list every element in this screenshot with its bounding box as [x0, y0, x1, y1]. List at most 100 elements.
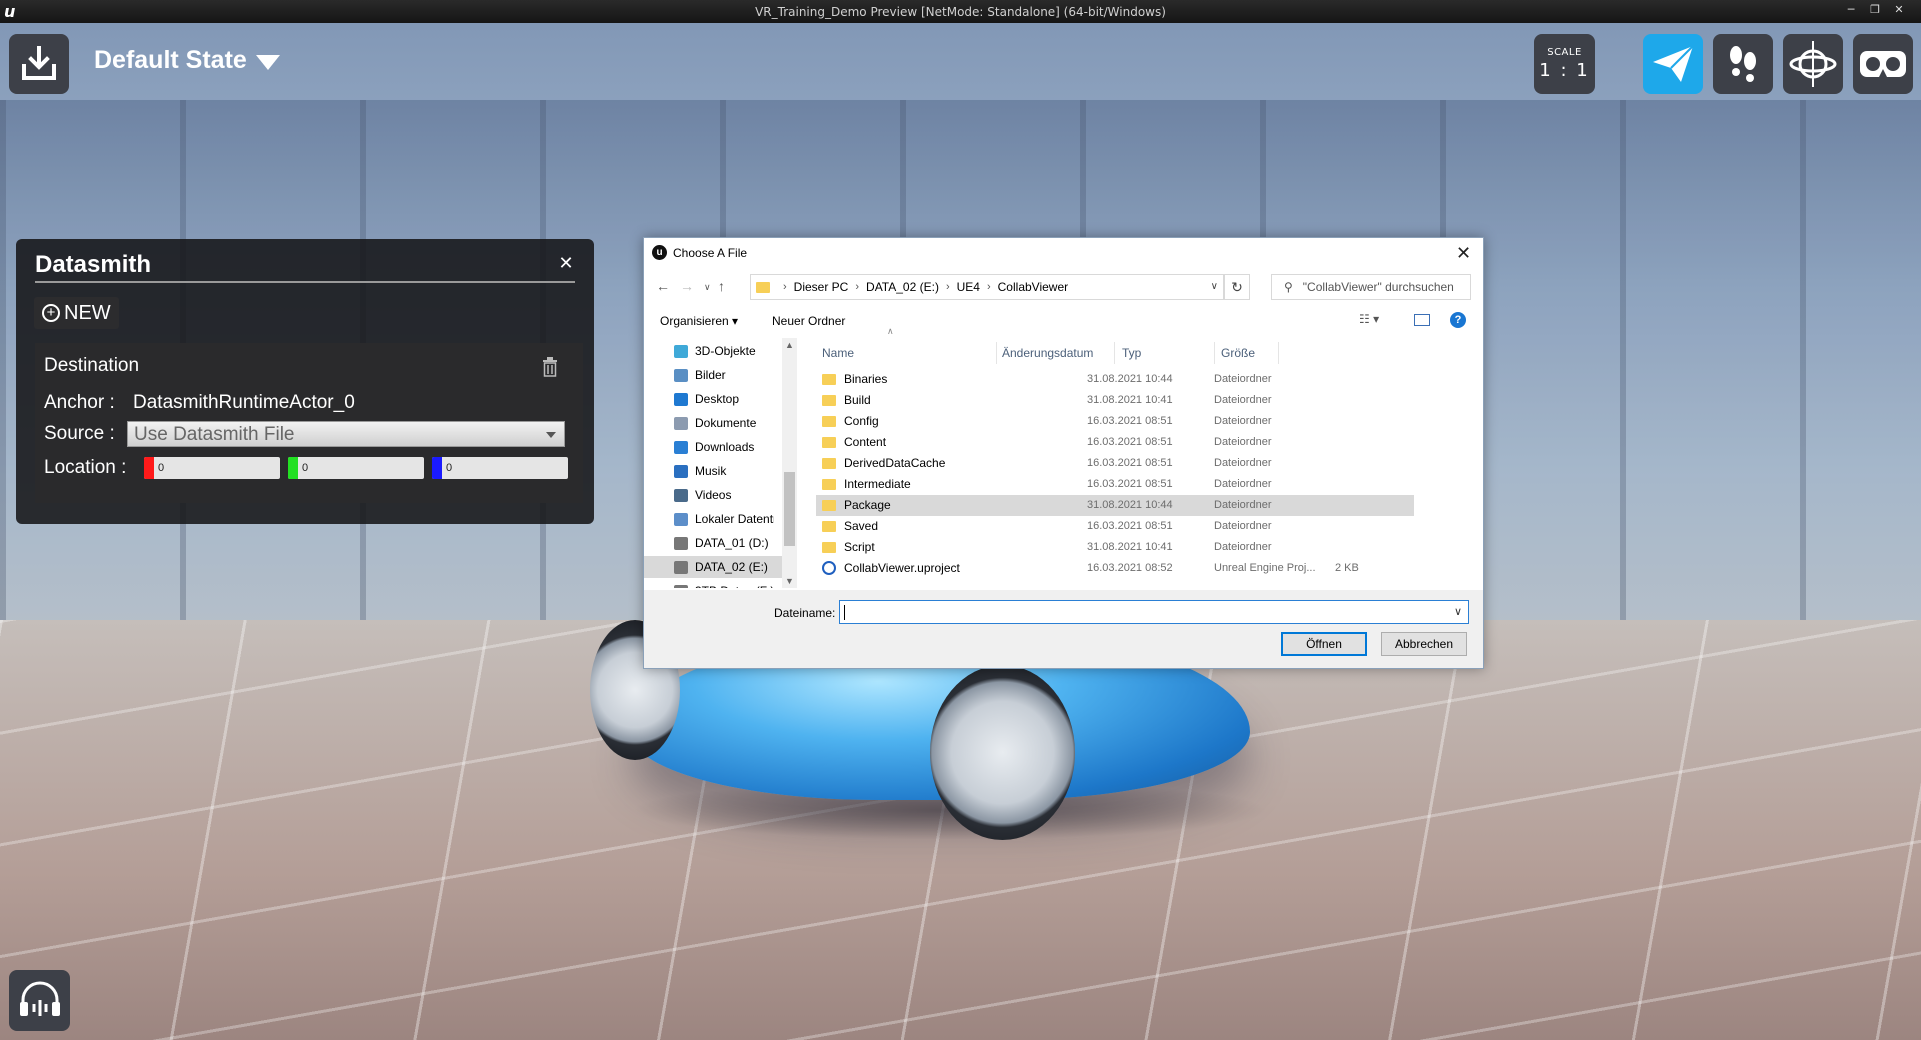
chevron-down-icon[interactable]	[256, 55, 280, 70]
tree-item[interactable]: 3TB Daten (F:)	[674, 580, 774, 588]
tree-item[interactable]: Downloads	[674, 436, 754, 458]
forward-arrow-icon[interactable]: →	[680, 278, 694, 294]
file-date: 16.03.2021 08:51	[1087, 436, 1173, 448]
column-date[interactable]: Änderungsdatum	[1002, 342, 1093, 364]
cube-icon	[674, 344, 688, 358]
column-divider[interactable]	[1214, 342, 1215, 364]
location-y-input[interactable]: 0	[288, 457, 424, 479]
breadcrumb-item[interactable]: CollabViewer	[998, 280, 1068, 294]
folder-icon	[756, 281, 770, 293]
column-type[interactable]: Typ	[1122, 342, 1141, 364]
address-bar[interactable]: › Dieser PC › DATA_02 (E:) › UE4 › Colla…	[750, 274, 1224, 300]
scroll-down-icon[interactable]: ▼	[782, 574, 797, 588]
new-folder-button[interactable]: Neuer Ordner	[772, 314, 845, 328]
file-date: 31.08.2021 10:44	[1087, 499, 1173, 511]
file-row[interactable]: CollabViewer.uproject 16.03.2021 08:52 Unr…	[816, 558, 1414, 579]
help-icon[interactable]: ?	[1450, 312, 1466, 328]
column-name[interactable]: Name	[822, 342, 854, 364]
tree-item-label: Desktop	[695, 392, 740, 406]
location-z-input[interactable]: 0	[432, 457, 568, 479]
file-name: Saved	[822, 519, 878, 533]
column-size[interactable]: Größe	[1221, 342, 1255, 364]
file-date: 31.08.2021 10:44	[1087, 373, 1173, 385]
source-select-value: Use Datasmith File	[134, 424, 295, 445]
breadcrumb-item[interactable]: Dieser PC	[794, 280, 849, 294]
tree-item[interactable]: Videos	[674, 484, 731, 506]
tree-item[interactable]: Bilder	[674, 364, 726, 386]
location-z-value: 0	[446, 462, 453, 474]
unreal-project-icon	[822, 561, 836, 575]
column-divider[interactable]	[1278, 342, 1279, 364]
download-icon	[674, 440, 688, 454]
up-arrow-icon[interactable]: ↑	[718, 278, 725, 294]
file-row[interactable]: Content 16.03.2021 08:51 Dateiordner	[816, 432, 1414, 453]
search-icon: ⚲	[1284, 280, 1293, 294]
breadcrumb-item[interactable]: DATA_02 (E:)	[866, 280, 939, 294]
tree-item[interactable]: DATA_01 (D:)	[674, 532, 769, 554]
file-row[interactable]: Script 31.08.2021 10:41 Dateiordner	[816, 537, 1414, 558]
orbit-icon	[1789, 41, 1837, 87]
scale-indicator[interactable]: SCALE 1 : 1	[1534, 34, 1595, 94]
tree-item-label: 3TB Daten (F:)	[695, 584, 774, 588]
tree-item[interactable]: 3D-Objekte	[674, 340, 756, 362]
chevron-down-icon[interactable]: ∨	[1211, 281, 1218, 292]
tree-item-label: DATA_01 (D:)	[695, 536, 769, 550]
cancel-button[interactable]: Abbrechen	[1381, 632, 1467, 656]
walk-mode-button[interactable]	[1713, 34, 1773, 94]
scale-title: SCALE	[1547, 47, 1582, 58]
location-x-input[interactable]: 0	[144, 457, 280, 479]
tree-item[interactable]: Desktop	[674, 388, 739, 410]
trash-icon[interactable]	[542, 357, 558, 377]
organize-menu[interactable]: Organisieren ▾	[660, 314, 738, 328]
file-row[interactable]: Binaries 31.08.2021 10:44 Dateiordner	[816, 369, 1414, 390]
file-row[interactable]: Build 31.08.2021 10:41 Dateiordner	[816, 390, 1414, 411]
source-select[interactable]: Use Datasmith File	[127, 421, 565, 447]
recent-locations-icon[interactable]: ∨	[704, 282, 711, 293]
tree-item[interactable]: Lokaler Datenträ	[674, 508, 774, 530]
tree-item[interactable]: DATA_02 (E:)	[674, 556, 768, 578]
close-icon[interactable]: ✕	[1456, 243, 1471, 264]
chevron-down-icon[interactable]: ∨	[1454, 605, 1462, 618]
location-label: Location :	[44, 457, 127, 478]
tree-scrollbar[interactable]: ▲ ▼	[782, 338, 797, 588]
file-type: Dateiordner	[1214, 373, 1272, 385]
state-dropdown-label[interactable]: Default State	[94, 46, 247, 75]
file-name-text: Saved	[844, 519, 879, 533]
file-row[interactable]: Saved 16.03.2021 08:51 Dateiordner	[816, 516, 1414, 537]
breadcrumb-separator: ›	[855, 281, 860, 293]
tree-item[interactable]: Musik	[674, 460, 726, 482]
scroll-thumb[interactable]	[784, 472, 795, 546]
refresh-button[interactable]: ↻	[1224, 274, 1250, 300]
scroll-up-icon[interactable]: ▲	[782, 338, 797, 352]
open-button[interactable]: Öffnen	[1281, 632, 1367, 656]
filename-input[interactable]: ∨	[839, 600, 1469, 624]
close-icon[interactable]: ✕	[556, 253, 576, 273]
file-row[interactable]: Package 31.08.2021 10:44 Dateiordner	[816, 495, 1414, 516]
restore-icon[interactable]: ❐	[1864, 2, 1886, 18]
column-divider[interactable]	[996, 342, 997, 364]
search-input[interactable]: ⚲ "CollabViewer" durchsuchen	[1271, 274, 1471, 300]
file-row[interactable]: DerivedDataCache 16.03.2021 08:51 Dateiord…	[816, 453, 1414, 474]
back-arrow-icon[interactable]: ←	[656, 278, 670, 294]
file-name-text: Build	[844, 393, 871, 407]
breadcrumb-separator: ›	[783, 281, 787, 293]
view-options-icon[interactable]: ☷ ▾	[1359, 312, 1399, 326]
file-type: Dateiordner	[1214, 499, 1272, 511]
tree-item[interactable]: Dokumente	[674, 412, 756, 434]
file-row[interactable]: Config 16.03.2021 08:51 Dateiordner	[816, 411, 1414, 432]
file-size: 2 KB	[1335, 562, 1359, 574]
breadcrumb-item[interactable]: UE4	[957, 280, 980, 294]
column-divider[interactable]	[1114, 342, 1115, 364]
vr-mode-button[interactable]	[1853, 34, 1913, 94]
file-row[interactable]: Intermediate 16.03.2021 08:51 Dateiordner	[816, 474, 1414, 495]
minimize-icon[interactable]: ─	[1840, 2, 1862, 18]
orbit-mode-button[interactable]	[1783, 34, 1843, 94]
preview-pane-icon[interactable]	[1414, 314, 1430, 326]
fly-mode-button[interactable]	[1643, 34, 1703, 94]
save-state-button[interactable]	[9, 34, 69, 94]
organize-label: Organisieren	[660, 314, 729, 328]
voice-chat-button[interactable]	[9, 970, 70, 1031]
new-button[interactable]: + NEW	[34, 297, 119, 329]
tree-item-label: Downloads	[695, 440, 755, 454]
close-window-icon[interactable]: ✕	[1888, 2, 1910, 18]
